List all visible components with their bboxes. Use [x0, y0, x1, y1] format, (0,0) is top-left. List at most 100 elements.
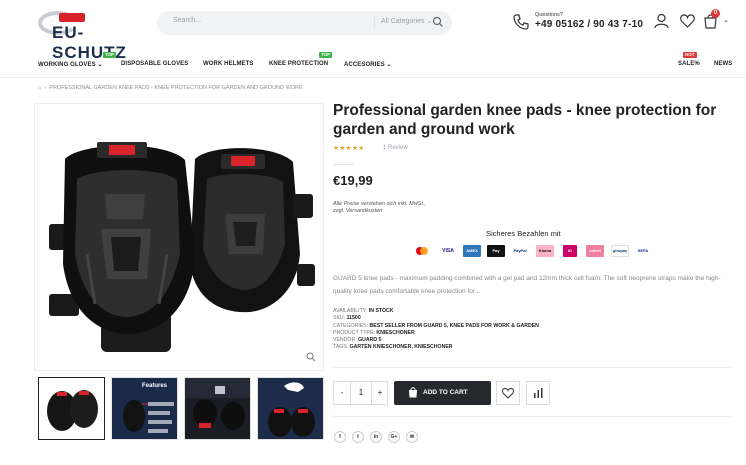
categories-label: CATEGORIES:: [333, 322, 369, 329]
category-select[interactable]: All Categories ⌄: [381, 17, 432, 25]
zoom-icon[interactable]: [306, 352, 316, 362]
thumbnail-4[interactable]: [257, 377, 324, 440]
linkedin-icon[interactable]: in: [370, 431, 382, 443]
facebook-icon[interactable]: f: [334, 431, 346, 443]
nav-item-accesories[interactable]: ACCESORIES ⌄: [344, 61, 392, 68]
quantity-stepper[interactable]: - 1 +: [333, 381, 388, 405]
product-title: Professional garden knee pads - knee pro…: [333, 102, 717, 138]
home-icon[interactable]: ⌂: [38, 85, 41, 91]
vat-note-line: Alle Preise verstehen sich inkl. MwSt.,: [333, 201, 426, 207]
availability-label: AVAILABILITY:: [333, 308, 368, 314]
heart-icon: [501, 387, 515, 399]
vendor-label: VENDOR:: [333, 337, 357, 344]
payment-giropay-icon: giropay: [611, 245, 629, 257]
product-type-row: PRODUCT TYPE: KNIESCHONER: [333, 330, 539, 337]
thumbnail-2[interactable]: Features: [111, 377, 178, 440]
cart-count-badge: 0: [711, 9, 720, 18]
mastercard-logo: [416, 247, 428, 255]
vendor-row: VENDOR: GUARD 5: [333, 337, 539, 344]
product-description: GUARD 5 knee pads - maximum padding comb…: [333, 275, 721, 295]
bag-icon: [409, 387, 417, 398]
search-divider: [374, 17, 375, 29]
vat-note: Alle Preise verstehen sich inkl. MwSt., z…: [333, 201, 473, 215]
search-input[interactable]: Search...: [173, 17, 201, 24]
hot-badge: HOT: [683, 52, 697, 58]
availability-row: AVAILABILITY: IN STOCK: [333, 308, 539, 315]
nav-item-sale[interactable]: SALE%: [678, 61, 700, 67]
thumbnail-pads-image: [39, 378, 104, 439]
top-badge: TOP: [103, 52, 117, 58]
payment-amex-icon: AMEX: [463, 245, 481, 257]
heart-icon[interactable]: [680, 14, 695, 28]
product-price: €19,99: [333, 173, 373, 188]
product-main-image[interactable]: [34, 103, 324, 371]
product-meta: AVAILABILITY: IN STOCK SKU: 11500 CATEGO…: [333, 308, 539, 352]
tags-link[interactable]: GARTEN KNIESCHONER, KNIESCHONER: [350, 344, 453, 350]
vendor-link[interactable]: GUARD 5: [358, 337, 381, 343]
category-select-label: All Categories: [381, 18, 425, 25]
divider: [333, 164, 353, 165]
compare-button[interactable]: [526, 381, 550, 405]
add-to-cart-button[interactable]: ADD TO CART: [394, 381, 491, 405]
availability-value: IN STOCK: [368, 308, 394, 314]
sku-label: SKU:: [333, 315, 346, 322]
breadcrumb: ⌂ › PROFESSIONAL GARDEN KNEE PADS - KNEE…: [38, 85, 303, 91]
payment-ideal-icon: iD: [563, 245, 577, 257]
review-count-link[interactable]: 1 Review: [383, 145, 408, 151]
product-type-label: PRODUCT TYPE:: [333, 329, 375, 336]
sku-value: 11500: [346, 315, 361, 322]
tags-row: TAGS: GARTEN KNIESCHONER, KNIESCHONER: [333, 344, 539, 351]
sku-row: SKU: 11500: [333, 315, 539, 322]
nav-item-knee-protection[interactable]: KNEE PROTECTION: [269, 61, 328, 67]
questions-label: Questions?: [535, 12, 563, 18]
categories-row: CATEGORIES: BEST SELLER FROM GUARD 5, KN…: [333, 323, 539, 330]
thumbnail-brand-image: [258, 378, 323, 439]
logo-mark: [59, 13, 85, 22]
wishlist-button[interactable]: [496, 381, 520, 405]
email-icon[interactable]: ✉: [406, 431, 418, 443]
top-badge: TOP: [319, 52, 333, 58]
payment-klarna-icon: Klarna: [536, 245, 554, 257]
tags-label: TAGS:: [333, 344, 349, 351]
bar-chart-icon: [534, 388, 543, 398]
nav-divider: [0, 77, 746, 78]
breadcrumb-current: PROFESSIONAL GARDEN KNEE PADS - KNEE PRO…: [49, 85, 303, 91]
thumbnail-features-label: Features: [142, 383, 168, 389]
payment-sofort-icon: sofort: [586, 245, 604, 257]
logo-text: EU-SCHUTZ: [52, 23, 127, 62]
phone-number[interactable]: +49 05162 / 90 43 7-10: [535, 19, 643, 30]
payment-visa-icon: VISA: [442, 248, 454, 254]
divider: [333, 416, 733, 417]
search-bar[interactable]: Search... All Categories ⌄: [157, 11, 452, 35]
payment-sepa-icon: SEPA: [637, 248, 649, 253]
nav-item-label: ACCESORIES: [344, 62, 385, 68]
quantity-input[interactable]: 1: [350, 382, 372, 404]
nav-item-disposable-gloves[interactable]: DISPOSABLE GLOVES: [121, 61, 188, 67]
quantity-plus-button[interactable]: +: [372, 382, 388, 404]
nav-item-working-gloves[interactable]: WORKING GLOVES ⌄: [38, 61, 103, 68]
rating-stars: ★★★★★: [333, 145, 365, 152]
payment-applepay-icon: Pay: [487, 245, 505, 257]
site-logo[interactable]: EU-SCHUTZ: [38, 11, 140, 62]
payment-paypal-icon: PayPal: [513, 248, 527, 253]
product-type-value: KNIESCHONER: [376, 329, 415, 336]
knee-pads-image: [49, 142, 315, 352]
nav-item-label: WORKING GLOVES: [38, 62, 96, 68]
thumbnail-3[interactable]: [184, 377, 251, 440]
chevron-down-icon[interactable]: ⌄: [723, 16, 729, 24]
thumbnail-detail-image: [185, 378, 250, 439]
thumbnail-1[interactable]: [38, 377, 105, 440]
payment-title: Sicheres Bezahlen mit: [486, 229, 561, 238]
user-icon[interactable]: [654, 13, 669, 29]
search-icon[interactable]: [432, 16, 444, 28]
quantity-minus-button[interactable]: -: [334, 382, 350, 404]
nav-item-news[interactable]: NEWS: [714, 61, 732, 67]
twitter-icon[interactable]: t: [352, 431, 364, 443]
google-plus-icon[interactable]: G+: [388, 431, 400, 443]
phone-icon: [513, 14, 529, 30]
add-to-cart-label: ADD TO CART: [423, 389, 468, 396]
categories-link[interactable]: BEST SELLER FROM GUARD 5, KNEE PADS FOR …: [370, 323, 539, 329]
nav-item-work-helmets[interactable]: WORK HELMETS: [203, 61, 254, 67]
shipping-note-line: zzgl. Versandkosten: [333, 208, 383, 214]
payment-mastercard-icon: [415, 245, 429, 257]
